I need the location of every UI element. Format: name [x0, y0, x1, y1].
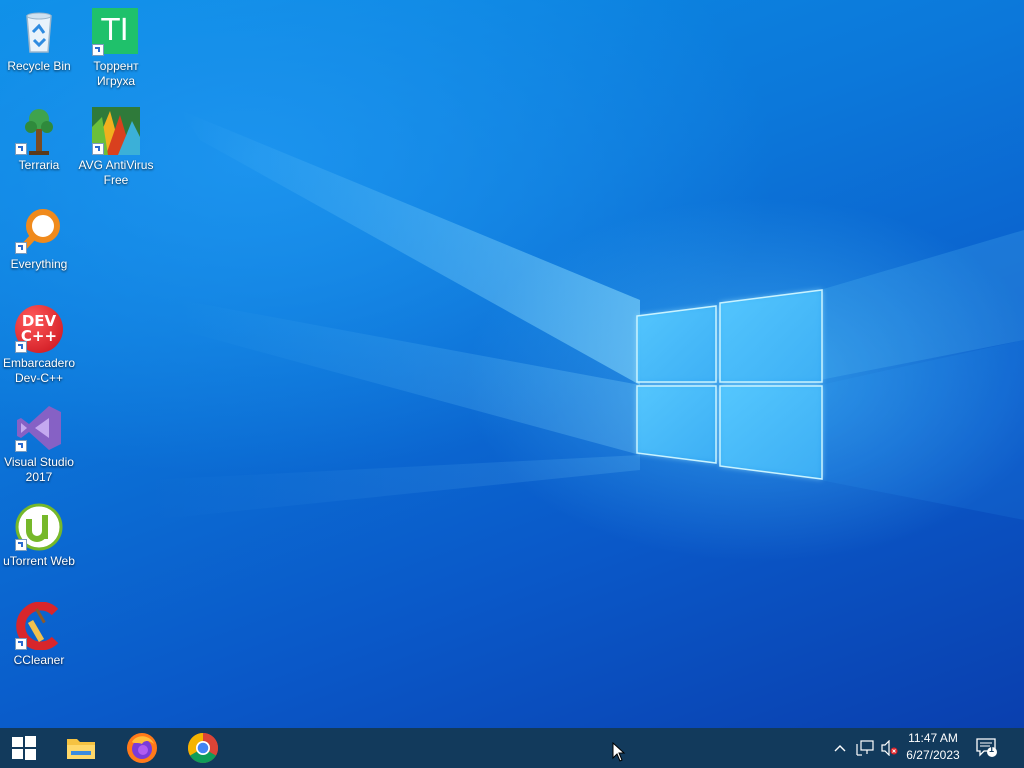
utorrent-icon — [15, 503, 63, 551]
desktop-icon-label: Everything — [10, 257, 68, 271]
chrome-icon — [187, 733, 219, 764]
desktop-icon-label: Recycle Bin — [7, 59, 71, 73]
notification-icon — [976, 738, 997, 757]
shortcut-arrow-icon — [15, 242, 27, 254]
shortcut-arrow-icon — [15, 638, 27, 650]
file-explorer-button[interactable] — [57, 728, 105, 768]
recycle-bin-icon — [15, 8, 63, 56]
shortcut-arrow-icon — [92, 143, 104, 155]
clock-date: 6/27/2023 — [906, 748, 960, 762]
desktop-icon-avg-antivirus[interactable]: AVG AntiVirus Free — [78, 107, 154, 188]
visual-studio-icon — [15, 404, 63, 452]
ccleaner-icon — [15, 601, 63, 651]
shortcut-arrow-icon — [15, 440, 27, 452]
shortcut-arrow-icon — [15, 539, 27, 551]
terraria-tree-icon — [15, 107, 63, 155]
notification-count: 1 — [989, 744, 995, 754]
windows-logo-icon — [12, 736, 36, 760]
chevron-up-icon — [834, 745, 846, 752]
action-center-button[interactable]: 1 — [972, 728, 1002, 768]
desktop-icon-terraria[interactable]: Terraria — [1, 107, 77, 173]
desktop-icon-label: Visual Studio 2017 — [4, 455, 74, 484]
desktop-icon-recycle-bin[interactable]: Recycle Bin — [1, 8, 77, 74]
desktop-icon-everything[interactable]: Everything — [1, 206, 77, 272]
dev-cpp-icon: DEV C++ — [15, 305, 63, 353]
mouse-cursor-icon — [612, 742, 626, 762]
shortcut-arrow-icon — [92, 44, 104, 56]
chrome-button[interactable] — [179, 728, 227, 768]
desktop-icon-label: Embarcadero Dev-C++ — [2, 356, 76, 385]
folder-icon — [67, 739, 95, 759]
clock-time: 11:47 AM — [908, 731, 958, 745]
clock[interactable]: 11:47 AM 6/27/2023 — [896, 730, 970, 764]
desktop-icon-visual-studio[interactable]: Visual Studio 2017 — [1, 404, 77, 485]
desktop-icon-label: uTorrent Web — [3, 554, 75, 568]
desktop-icon-label: CCleaner — [13, 653, 65, 667]
desktop[interactable]: Recycle Bin TI Торрент Игруха Terraria A… — [0, 0, 1024, 728]
firefox-button[interactable] — [118, 728, 166, 768]
start-button[interactable] — [0, 728, 48, 768]
desktop-icon-torrent-igruha[interactable]: TI Торрент Игруха — [78, 8, 154, 89]
avg-antivirus-icon — [92, 107, 140, 155]
desktop-icon-label: Торрент Игруха — [93, 59, 139, 88]
desktop-icon-label: AVG AntiVirus Free — [78, 158, 154, 187]
firefox-icon — [127, 733, 157, 763]
network-icon — [856, 740, 874, 756]
shortcut-arrow-icon — [15, 143, 27, 155]
magnifier-icon — [15, 206, 63, 254]
desktop-icon-utorrent-web[interactable]: uTorrent Web — [1, 503, 77, 569]
desktop-icon-ccleaner[interactable]: CCleaner — [1, 601, 77, 668]
taskbar: 11:47 AM 6/27/2023 1 — [0, 728, 1024, 768]
network-button[interactable] — [854, 728, 876, 768]
show-hidden-icons-button[interactable] — [830, 728, 850, 768]
torrent-igruha-icon: TI — [92, 8, 140, 56]
shortcut-arrow-icon — [15, 341, 27, 353]
desktop-icon-dev-cpp[interactable]: DEV C++ Embarcadero Dev-C++ — [1, 305, 77, 386]
desktop-icon-label: Terraria — [18, 158, 60, 172]
